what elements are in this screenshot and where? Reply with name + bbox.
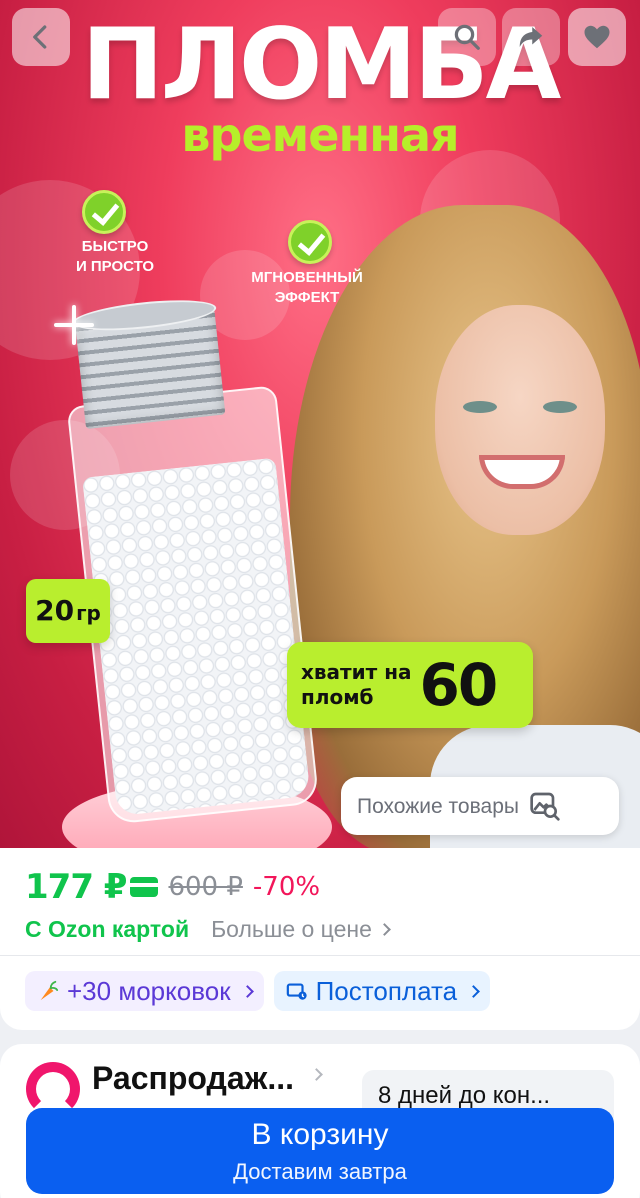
- card-price-row: С Ozon картой Больше о цене: [25, 916, 391, 942]
- image-search-icon: [530, 792, 560, 821]
- chevron-right-icon: [310, 1068, 323, 1081]
- postpay-chip[interactable]: Постоплата: [273, 971, 491, 1011]
- check-icon: [288, 220, 332, 264]
- price-details-label: Больше о цене: [211, 916, 372, 942]
- weight-badge: 20 гр: [26, 579, 110, 643]
- benefit-chips: +30 морковок Постоплата: [25, 971, 491, 1011]
- sparkle-icon: [54, 305, 94, 345]
- favorite-button[interactable]: [568, 8, 626, 66]
- chevron-right-icon: [240, 984, 254, 998]
- bottle-cap: [71, 294, 226, 430]
- promo-title: Распродаж...: [92, 1060, 294, 1096]
- share-icon: [519, 27, 543, 47]
- price-card: 177 ₽ 600 ₽ -70% С Ozon картой Больше о …: [0, 848, 640, 1030]
- price-row: 177 ₽ 600 ₽ -70%: [25, 870, 320, 904]
- points-label: +30 морковок: [67, 976, 231, 1006]
- delivery-label: Доставим завтра: [233, 1159, 407, 1184]
- weight-unit: гр: [76, 601, 101, 625]
- price-details-link[interactable]: Больше о цене: [211, 916, 391, 942]
- divider: [0, 955, 640, 956]
- price-discount: -70%: [252, 872, 321, 902]
- hero-subtitle: временная: [181, 108, 459, 162]
- fill-count-badge: хватит на пломб 60: [287, 642, 533, 728]
- price-old: 600 ₽: [168, 872, 243, 902]
- card-icon: [130, 877, 159, 897]
- chevron-right-icon: [378, 923, 391, 936]
- ozon-card-label: С Ozon картой: [25, 916, 190, 942]
- search-button[interactable]: [438, 8, 496, 66]
- postpay-label: Постоплата: [315, 976, 458, 1006]
- feature-label: быстро и просто: [75, 238, 155, 276]
- feature-label: мгновенный эффект: [251, 269, 363, 307]
- similar-products-label: Похожие товары: [357, 794, 519, 818]
- add-to-cart-label: В корзину: [251, 1118, 389, 1151]
- wallet-clock-icon: [286, 983, 307, 1000]
- product-image[interactable]: ПЛОМБА временная быстро и просто мгновен…: [0, 0, 640, 848]
- price-current: 177 ₽: [25, 867, 127, 907]
- search-icon: [454, 24, 480, 50]
- check-icon: [82, 190, 126, 234]
- chevron-right-icon: [467, 984, 480, 998]
- share-button[interactable]: [502, 8, 560, 66]
- chevron-left-icon: [33, 25, 47, 49]
- heart-icon: [584, 25, 610, 49]
- points-chip[interactable]: +30 морковок: [25, 971, 264, 1011]
- add-to-cart-button[interactable]: В корзину Доставим завтра: [26, 1108, 614, 1194]
- fill-count-number: 60: [419, 651, 499, 719]
- fill-count-text: хватит на пломб: [301, 660, 412, 709]
- carrot-icon: [40, 980, 59, 1001]
- similar-products-button[interactable]: Похожие товары: [341, 777, 619, 835]
- back-button[interactable]: [12, 8, 70, 66]
- weight-value: 20: [35, 594, 75, 627]
